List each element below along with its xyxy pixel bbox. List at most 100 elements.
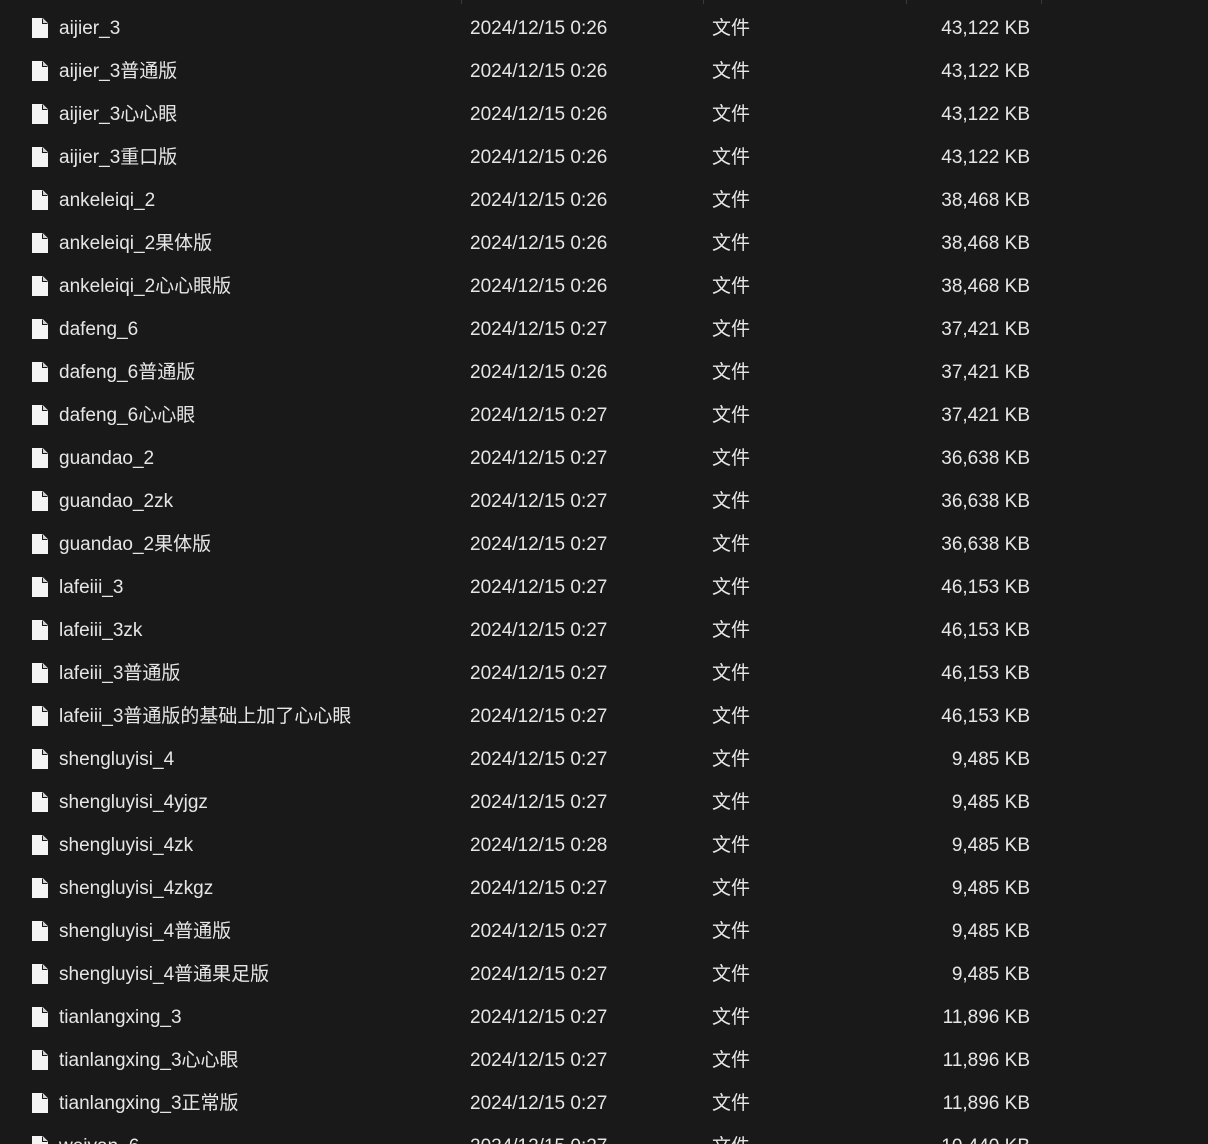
file-icon	[32, 577, 48, 597]
file-type: 文件	[712, 276, 751, 297]
file-type: 文件	[712, 233, 751, 254]
file-size: 9,485 KB	[951, 964, 1030, 985]
file-row[interactable]: guandao_2 2024/12/15 0:27 文件 36,638 KB	[0, 437, 1208, 480]
file-name: shengluyisi_4zkgz	[59, 878, 214, 899]
file-date-modified: 2024/12/15 0:26	[470, 18, 608, 39]
file-icon	[32, 706, 48, 726]
column-divider-type[interactable]	[906, 0, 907, 4]
file-size: 9,485 KB	[951, 792, 1030, 813]
file-size: 9,485 KB	[951, 878, 1030, 899]
file-icon	[32, 749, 48, 769]
file-row[interactable]: dafeng_6心心眼 2024/12/15 0:27 文件 37,421 KB	[0, 394, 1208, 437]
file-icon	[32, 319, 48, 339]
file-type: 文件	[712, 448, 751, 469]
file-row[interactable]: ankeleiqi_2心心眼版 2024/12/15 0:26 文件 38,46…	[0, 265, 1208, 308]
file-row[interactable]: shengluyisi_4zk 2024/12/15 0:28 文件 9,485…	[0, 824, 1208, 867]
file-name: ankeleiqi_2	[59, 190, 156, 211]
file-row[interactable]: dafeng_6 2024/12/15 0:27 文件 37,421 KB	[0, 308, 1208, 351]
file-icon	[32, 190, 48, 210]
file-size: 9,485 KB	[951, 921, 1030, 942]
column-divider-name[interactable]	[461, 0, 462, 4]
file-row[interactable]: tianlangxing_3正常版 2024/12/15 0:27 文件 11,…	[0, 1082, 1208, 1125]
file-date-modified: 2024/12/15 0:27	[470, 749, 608, 770]
file-name: lafeiii_3普通版的基础上加了心心眼	[59, 706, 352, 727]
file-row[interactable]: lafeiii_3zk 2024/12/15 0:27 文件 46,153 KB	[0, 609, 1208, 652]
file-row[interactable]: aijier_3心心眼 2024/12/15 0:26 文件 43,122 KB	[0, 93, 1208, 136]
file-type: 文件	[712, 706, 751, 727]
file-row[interactable]: shengluyisi_4zkgz 2024/12/15 0:27 文件 9,4…	[0, 867, 1208, 910]
file-icon	[32, 362, 48, 382]
file-row[interactable]: dafeng_6普通版 2024/12/15 0:26 文件 37,421 KB	[0, 351, 1208, 394]
file-type: 文件	[712, 1093, 751, 1114]
file-name: aijier_3普通版	[59, 61, 178, 82]
file-name: guandao_2zk	[59, 491, 174, 512]
file-row[interactable]: tianlangxing_3 2024/12/15 0:27 文件 11,896…	[0, 996, 1208, 1039]
file-row[interactable]: lafeiii_3普通版的基础上加了心心眼 2024/12/15 0:27 文件…	[0, 695, 1208, 738]
file-type: 文件	[712, 405, 751, 426]
file-size: 36,638 KB	[941, 448, 1030, 469]
file-icon	[32, 491, 48, 511]
file-size: 43,122 KB	[941, 61, 1030, 82]
file-name: shengluyisi_4普通果足版	[59, 964, 270, 985]
file-row[interactable]: tianlangxing_3心心眼 2024/12/15 0:27 文件 11,…	[0, 1039, 1208, 1082]
file-date-modified: 2024/12/15 0:28	[470, 835, 608, 856]
file-size: 11,896 KB	[942, 1050, 1030, 1071]
file-icon	[32, 448, 48, 468]
file-name: tianlangxing_3正常版	[59, 1093, 239, 1114]
file-icon	[32, 1093, 48, 1113]
file-name: guandao_2果体版	[59, 534, 212, 555]
file-size: 43,122 KB	[941, 104, 1030, 125]
file-row[interactable]: shengluyisi_4 2024/12/15 0:27 文件 9,485 K…	[0, 738, 1208, 781]
file-size: 46,153 KB	[941, 577, 1030, 598]
file-date-modified: 2024/12/15 0:27	[470, 921, 608, 942]
file-type: 文件	[712, 319, 751, 340]
file-type: 文件	[712, 18, 751, 39]
file-type: 文件	[712, 964, 751, 985]
file-row[interactable]: lafeiii_3普通版 2024/12/15 0:27 文件 46,153 K…	[0, 652, 1208, 695]
file-date-modified: 2024/12/15 0:27	[470, 663, 608, 684]
file-row[interactable]: shengluyisi_4普通果足版 2024/12/15 0:27 文件 9,…	[0, 953, 1208, 996]
file-row[interactable]: guandao_2zk 2024/12/15 0:27 文件 36,638 KB	[0, 480, 1208, 523]
file-date-modified: 2024/12/15 0:27	[470, 1050, 608, 1071]
column-divider-date[interactable]	[703, 0, 704, 4]
file-row[interactable]: aijier_3 2024/12/15 0:26 文件 43,122 KB	[0, 7, 1208, 50]
file-row[interactable]: aijier_3普通版 2024/12/15 0:26 文件 43,122 KB	[0, 50, 1208, 93]
file-name: aijier_3重口版	[59, 147, 178, 168]
file-type: 文件	[712, 190, 751, 211]
file-size: 37,421 KB	[941, 319, 1030, 340]
file-size: 38,468 KB	[941, 233, 1030, 254]
file-date-modified: 2024/12/15 0:26	[470, 276, 608, 297]
file-date-modified: 2024/12/15 0:27	[470, 1093, 608, 1114]
file-icon	[32, 147, 48, 167]
file-size: 37,421 KB	[941, 362, 1030, 383]
file-date-modified: 2024/12/15 0:27	[470, 1125, 607, 1144]
file-icon	[32, 835, 48, 855]
file-row[interactable]: guandao_2果体版 2024/12/15 0:27 文件 36,638 K…	[0, 523, 1208, 566]
column-divider-size[interactable]	[1041, 0, 1042, 4]
file-icon	[32, 1050, 48, 1070]
file-row[interactable]: ankeleiqi_2 2024/12/15 0:26 文件 38,468 KB	[0, 179, 1208, 222]
file-icon	[32, 663, 48, 683]
file-name: ankeleiqi_2心心眼版	[59, 276, 232, 297]
file-size: 9,485 KB	[951, 835, 1030, 856]
file-name: dafeng_6心心眼	[59, 405, 196, 426]
file-row[interactable]: lafeiii_3 2024/12/15 0:27 文件 46,153 KB	[0, 566, 1208, 609]
file-date-modified: 2024/12/15 0:27	[470, 706, 608, 727]
file-name: ankeleiqi_2果体版	[59, 233, 213, 254]
file-type: 文件	[712, 749, 751, 770]
file-size: 10,440 KB	[941, 1125, 1030, 1144]
file-date-modified: 2024/12/15 0:26	[470, 233, 608, 254]
file-type: 文件	[712, 792, 751, 813]
file-date-modified: 2024/12/15 0:26	[470, 104, 608, 125]
file-name: shengluyisi_4	[59, 749, 175, 770]
file-date-modified: 2024/12/15 0:27	[470, 319, 608, 340]
file-type: 文件	[712, 61, 751, 82]
file-date-modified: 2024/12/15 0:26	[470, 190, 608, 211]
file-row[interactable]: shengluyisi_4普通版 2024/12/15 0:27 文件 9,48…	[0, 910, 1208, 953]
file-row[interactable]: weiyan_6 2024/12/15 0:27 文件 10,440 KB	[0, 1125, 1208, 1144]
file-size: 43,122 KB	[941, 147, 1030, 168]
file-row[interactable]: aijier_3重口版 2024/12/15 0:26 文件 43,122 KB	[0, 136, 1208, 179]
file-row[interactable]: shengluyisi_4yjgz 2024/12/15 0:27 文件 9,4…	[0, 781, 1208, 824]
file-date-modified: 2024/12/15 0:27	[470, 577, 608, 598]
file-row[interactable]: ankeleiqi_2果体版 2024/12/15 0:26 文件 38,468…	[0, 222, 1208, 265]
